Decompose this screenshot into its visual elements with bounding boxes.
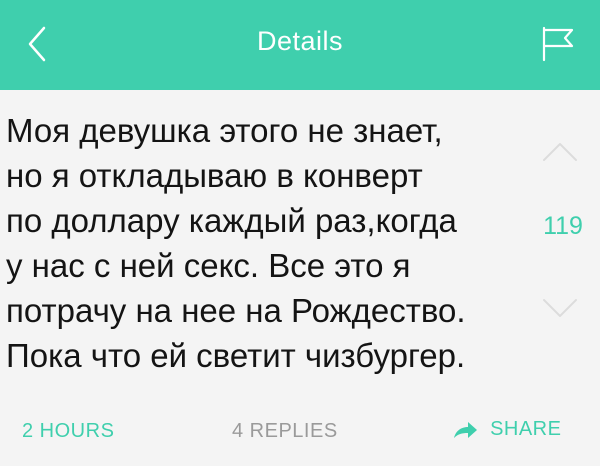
post-footer: 2 HOURS 4 REPLIES SHARE: [0, 412, 600, 452]
replies-link[interactable]: 4 REPLIES: [232, 420, 338, 443]
vote-score: 119: [543, 212, 583, 240]
share-label: SHARE: [490, 418, 562, 441]
flag-button[interactable]: [538, 26, 578, 62]
chevron-up-icon: [543, 143, 577, 161]
chevron-down-icon: [543, 299, 577, 317]
post-time: 2 HOURS: [22, 420, 115, 442]
header-bar: Details: [0, 0, 600, 90]
share-button[interactable]: SHARE: [452, 418, 561, 441]
downvote-button[interactable]: [540, 296, 580, 322]
share-arrow-icon: [454, 421, 477, 438]
post-text: Моя девушка этого не знает, но я отклады…: [6, 112, 466, 374]
flag-icon: [542, 26, 574, 62]
page-title: Details: [256, 26, 344, 56]
post-card: Моя девушка этого не знает, но я отклады…: [0, 90, 600, 466]
upvote-button[interactable]: [540, 138, 580, 164]
